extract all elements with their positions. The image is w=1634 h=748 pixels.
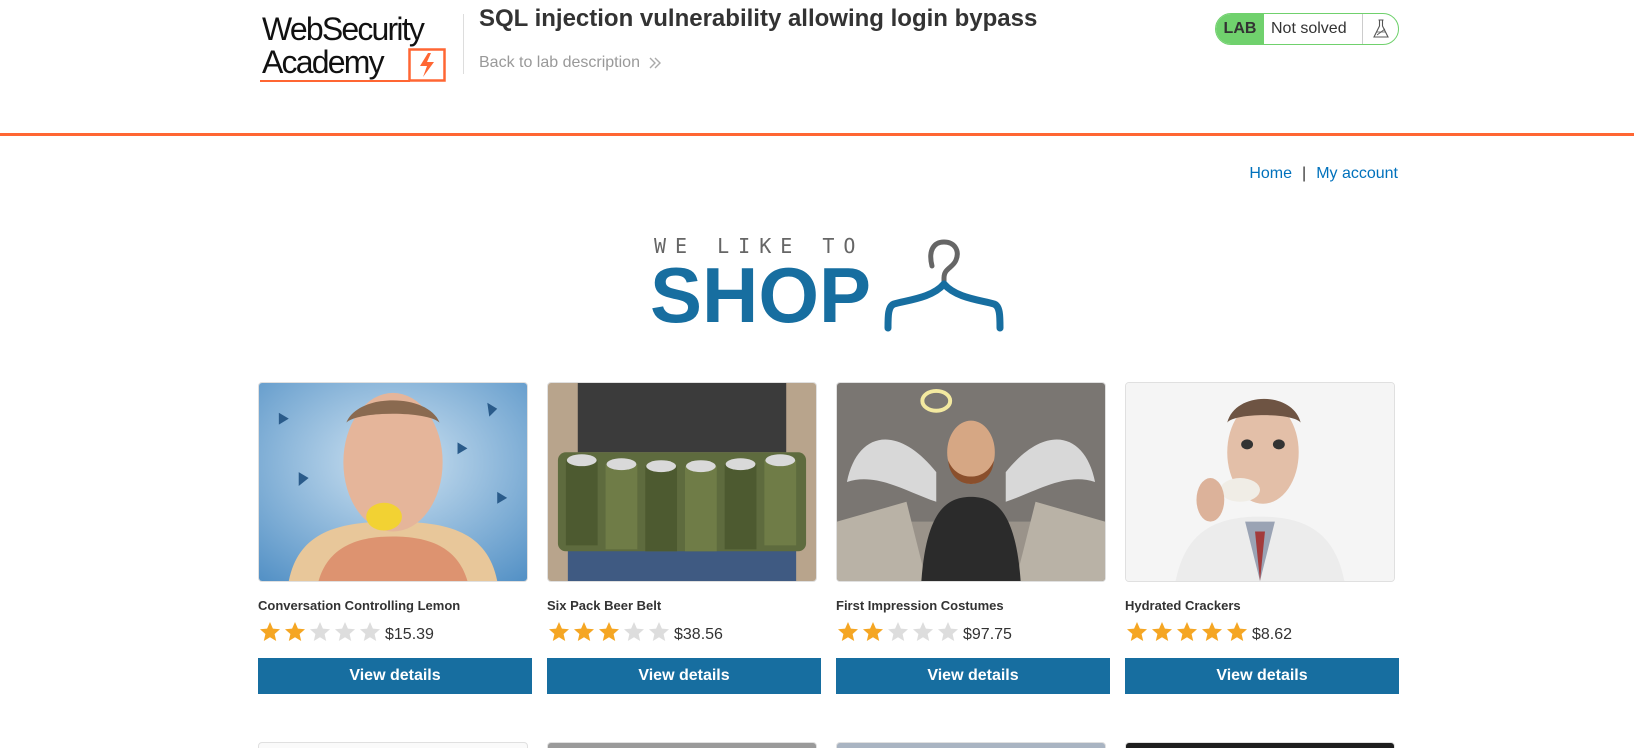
double-chevron-right-icon xyxy=(649,57,661,69)
star-filled-icon xyxy=(549,622,569,641)
view-details-button[interactable]: View details xyxy=(547,658,821,694)
star-rating xyxy=(547,620,671,644)
star-empty-icon xyxy=(310,622,330,641)
star-filled-icon xyxy=(863,622,883,641)
star-filled-icon xyxy=(838,622,858,641)
product-price: $8.62 xyxy=(1252,626,1293,643)
product-card: Conversation Controlling Lemon $15.39 Vi… xyxy=(258,382,532,694)
product-image-angel-costume[interactable] xyxy=(836,382,1106,582)
product-meta: $8.62 xyxy=(1125,620,1399,644)
product-image-crackers[interactable] xyxy=(1125,382,1395,582)
lab-status-widget: LAB Not solved xyxy=(1215,13,1399,45)
logo-underline xyxy=(260,80,410,82)
back-to-lab-description-link[interactable]: Back to lab description xyxy=(479,54,662,72)
view-details-button[interactable]: View details xyxy=(836,658,1110,694)
product-name: Conversation Controlling Lemon xyxy=(258,598,461,613)
star-empty-icon xyxy=(938,622,958,641)
back-link-label: Back to lab description xyxy=(479,54,640,71)
star-filled-icon xyxy=(1202,622,1222,641)
product-card: Six Pack Beer Belt $38.56 View details xyxy=(547,382,821,694)
nav-separator: | xyxy=(1302,165,1307,182)
product-image-partial[interactable] xyxy=(1125,742,1395,748)
product-meta: $15.39 xyxy=(258,620,532,644)
star-filled-icon xyxy=(1177,622,1197,641)
product-image-partial[interactable] xyxy=(258,742,528,748)
my-account-link[interactable]: My account xyxy=(1316,165,1398,183)
product-name: Six Pack Beer Belt xyxy=(547,598,662,613)
header-divider xyxy=(463,14,464,74)
product-image-partial[interactable] xyxy=(547,742,817,748)
view-details-button[interactable]: View details xyxy=(1125,658,1399,694)
product-price: $97.75 xyxy=(963,626,1012,643)
star-filled-icon xyxy=(1127,622,1147,641)
flask-icon xyxy=(1362,14,1398,44)
product-card: Hydrated Crackers $8.62 View details xyxy=(1125,382,1399,694)
banner-title: SHOP xyxy=(650,251,872,339)
hanger-icon xyxy=(884,239,1004,332)
product-meta: $38.56 xyxy=(547,620,821,644)
view-details-button[interactable]: View details xyxy=(258,658,532,694)
product-name: First Impression Costumes xyxy=(836,598,1004,613)
logo-text-line1: WebSecurity xyxy=(262,11,425,47)
star-rating xyxy=(836,620,960,644)
shop-banner: WE LIKE TO SHOP xyxy=(650,234,1010,334)
product-image-beer-belt[interactable] xyxy=(547,382,817,582)
star-filled-icon xyxy=(260,622,280,641)
home-link[interactable]: Home xyxy=(1249,165,1292,183)
product-name: Hydrated Crackers xyxy=(1125,598,1241,613)
star-filled-icon xyxy=(574,622,594,641)
star-empty-icon xyxy=(360,622,380,641)
logo-text-line2: Academy xyxy=(262,44,385,80)
product-image-lemon[interactable] xyxy=(258,382,528,582)
star-filled-icon xyxy=(285,622,305,641)
lab-title: SQL injection vulnerability allowing log… xyxy=(479,5,1038,32)
product-price: $38.56 xyxy=(674,626,723,643)
star-rating xyxy=(1125,620,1249,644)
top-nav: Home | My account xyxy=(1249,165,1398,183)
lab-badge: LAB xyxy=(1216,14,1264,44)
product-meta: $97.75 xyxy=(836,620,1110,644)
star-empty-icon xyxy=(913,622,933,641)
star-filled-icon xyxy=(1152,622,1172,641)
web-security-academy-logo[interactable]: WebSecurity Academy xyxy=(260,10,460,84)
lab-header: WebSecurity Academy SQL injection vulner… xyxy=(0,0,1634,136)
star-empty-icon xyxy=(624,622,644,641)
logo-bolt-icon xyxy=(408,48,446,82)
product-image-partial[interactable] xyxy=(836,742,1106,748)
star-empty-icon xyxy=(888,622,908,641)
lab-status-text: Not solved xyxy=(1271,20,1347,37)
product-price: $15.39 xyxy=(385,626,434,643)
star-filled-icon xyxy=(599,622,619,641)
star-empty-icon xyxy=(649,622,669,641)
star-rating xyxy=(258,620,382,644)
product-card: First Impression Costumes $97.75 View de… xyxy=(836,382,1110,694)
star-empty-icon xyxy=(335,622,355,641)
star-filled-icon xyxy=(1227,622,1247,641)
